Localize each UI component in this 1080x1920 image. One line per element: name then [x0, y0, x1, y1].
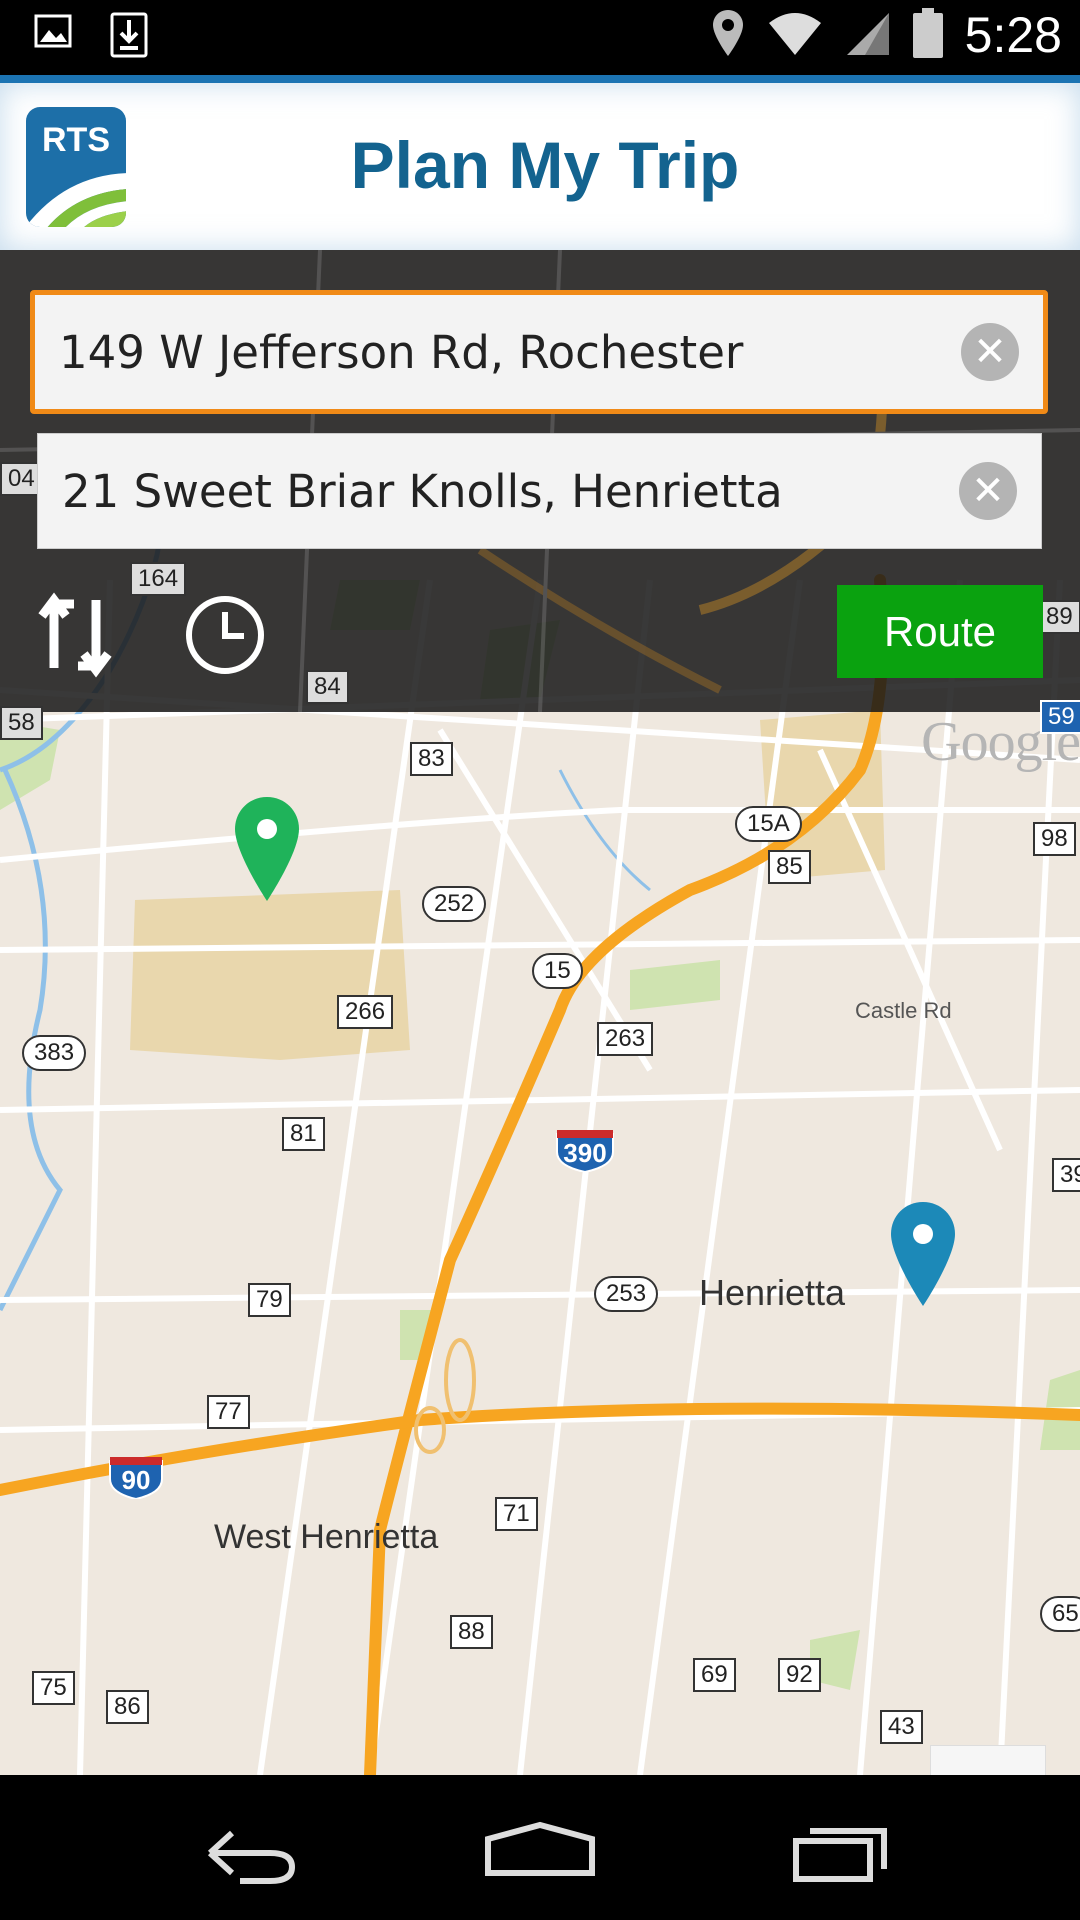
status-bar: 5:28 — [0, 0, 1080, 75]
origin-marker[interactable] — [233, 795, 301, 907]
route-43: 43 — [880, 1710, 923, 1744]
wifi-icon — [767, 11, 823, 59]
depart-time-button[interactable] — [184, 594, 266, 676]
route-77: 77 — [207, 1395, 250, 1429]
route-15A: 15A — [735, 806, 802, 842]
interstate-390: 390 — [555, 1128, 615, 1172]
route-84: 84 — [306, 670, 349, 704]
route-92: 92 — [778, 1658, 821, 1692]
download-icon — [110, 12, 148, 62]
route-98: 98 — [1033, 822, 1076, 856]
route-263: 263 — [597, 1022, 654, 1056]
page-title: Plan My Trip — [350, 128, 740, 202]
route-86: 86 — [106, 1690, 149, 1724]
clear-origin-button[interactable]: ✕ — [961, 323, 1019, 381]
route-81: 81 — [282, 1117, 325, 1151]
route-89-partial: 89 — [1038, 600, 1080, 634]
close-icon: ✕ — [973, 329, 1007, 375]
route-253: 253 — [594, 1276, 659, 1312]
zoom-in-button[interactable]: + — [931, 1746, 1045, 1776]
destination-field[interactable]: 21 Sweet Briar Knolls, Henrietta ✕ — [37, 433, 1042, 549]
image-icon — [34, 12, 72, 62]
route-383: 383 — [22, 1035, 87, 1071]
clear-destination-button[interactable]: ✕ — [959, 462, 1017, 520]
route-58-partial: 58 — [0, 706, 43, 740]
place-castle-rd: Castle Rd — [855, 998, 952, 1023]
swap-icon — [38, 592, 112, 678]
route-button[interactable]: Route — [837, 585, 1043, 678]
interstate-90: 90 — [108, 1455, 164, 1499]
route-79: 79 — [248, 1283, 291, 1317]
clock-icon — [186, 596, 264, 674]
route-39-partial: 39 — [1052, 1158, 1080, 1192]
close-icon: ✕ — [971, 468, 1005, 514]
place-henrietta: Henrietta — [699, 1272, 846, 1313]
route-75: 75 — [32, 1671, 75, 1705]
route-88: 88 — [450, 1615, 493, 1649]
route-59-partial: 59 — [1040, 700, 1080, 734]
route-69: 69 — [693, 1658, 736, 1692]
back-button[interactable] — [180, 1790, 320, 1900]
place-west-henrietta: West Henrietta — [214, 1518, 439, 1556]
home-button[interactable] — [470, 1790, 610, 1900]
app-header: RTS Plan My Trip — [0, 75, 1080, 250]
route-164: 164 — [130, 562, 187, 596]
clock: 5:28 — [964, 7, 1062, 63]
route-83: 83 — [410, 742, 453, 776]
route-85: 85 — [768, 850, 811, 884]
route-65-partial: 65 — [1040, 1596, 1080, 1632]
zoom-control: + − — [930, 1745, 1046, 1775]
destination-marker[interactable] — [889, 1200, 957, 1312]
route-266: 266 — [337, 995, 394, 1029]
recents-button[interactable] — [770, 1790, 910, 1900]
destination-input[interactable]: 21 Sweet Briar Knolls, Henrietta — [38, 465, 959, 518]
origin-input[interactable]: 149 W Jefferson Rd, Rochester — [35, 326, 961, 379]
signal-icon — [845, 11, 891, 59]
location-icon — [711, 8, 745, 62]
origin-field[interactable]: 149 W Jefferson Rd, Rochester ✕ — [30, 290, 1048, 414]
route-15: 15 — [532, 953, 583, 989]
route-71: 71 — [495, 1497, 538, 1531]
battery-icon — [912, 8, 943, 62]
route-252: 252 — [422, 886, 487, 922]
swap-locations-button[interactable] — [36, 590, 116, 680]
